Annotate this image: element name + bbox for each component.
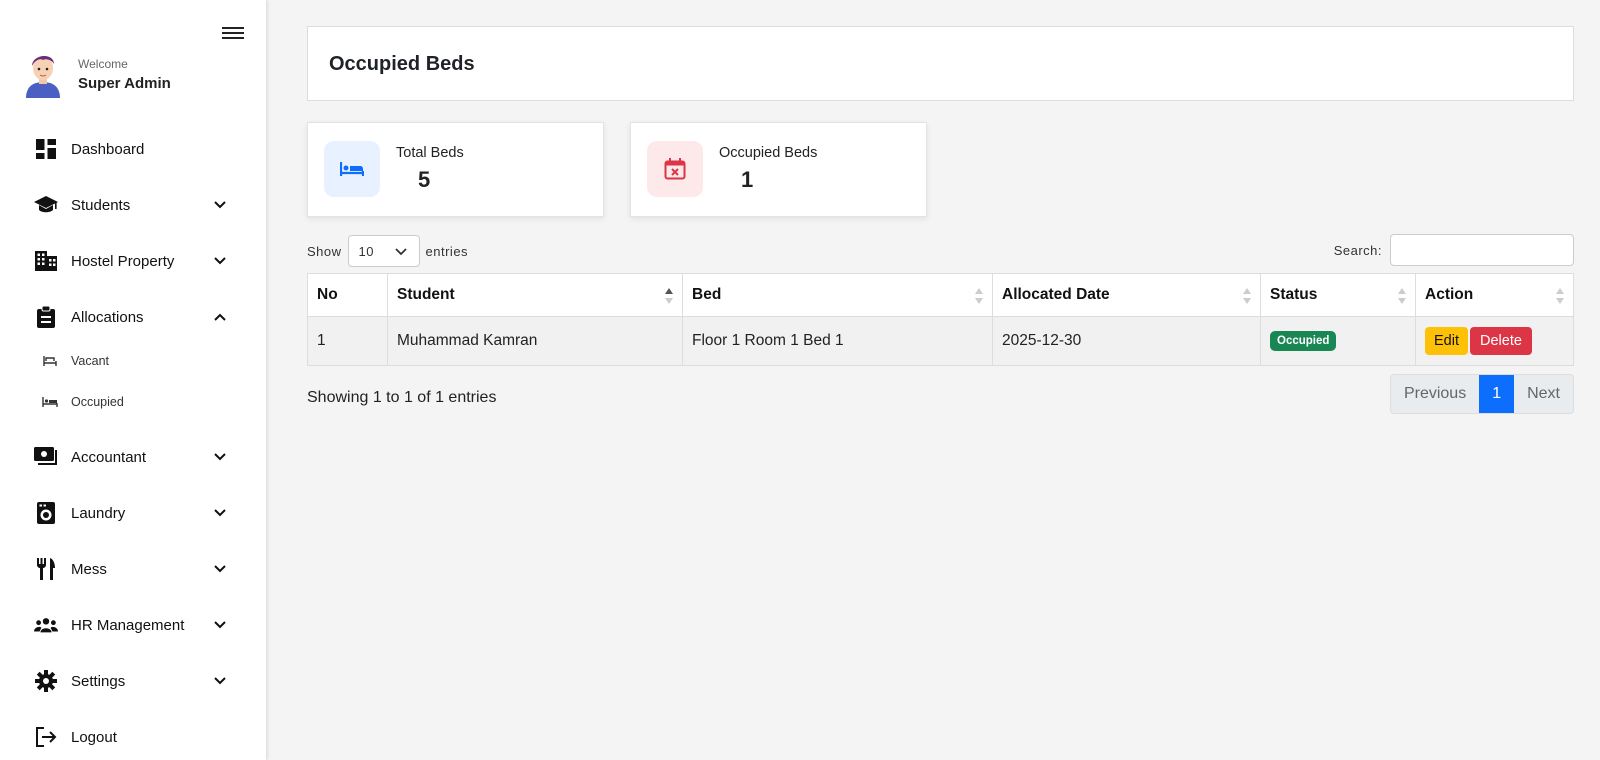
clipboard-icon xyxy=(34,305,58,329)
logout-icon xyxy=(34,725,58,749)
chevron-down-icon xyxy=(214,677,226,685)
chevron-down-icon xyxy=(214,453,226,461)
sidebar-item-label: Dashboard xyxy=(71,140,145,158)
menu-toggle-icon[interactable] xyxy=(222,24,244,42)
column-header-status[interactable]: Status xyxy=(1260,273,1416,317)
avatar xyxy=(26,55,60,98)
page-title: Occupied Beds xyxy=(329,53,475,75)
user-name: Super Admin xyxy=(78,74,171,92)
utensils-icon xyxy=(34,557,58,581)
sidebar-item-label: Accountant xyxy=(71,448,147,466)
dashboard-icon xyxy=(34,137,58,161)
stat-value: 5 xyxy=(418,167,431,192)
chevron-up-icon xyxy=(214,313,226,321)
entries-select[interactable]: 10 xyxy=(347,235,420,267)
sidebar-item-logout[interactable]: Logout xyxy=(0,717,266,757)
stat-card-total-beds: Total Beds 5 xyxy=(307,122,604,217)
stat-card-occupied-beds: Occupied Beds 1 xyxy=(630,122,927,217)
chevron-down-icon xyxy=(214,621,226,629)
chevron-down-icon xyxy=(214,201,226,209)
page-header: Occupied Beds xyxy=(307,26,1574,101)
sidebar-item-allocations[interactable]: Allocations xyxy=(0,297,266,337)
welcome-text: Welcome xyxy=(78,56,128,71)
cell-action: Edit Delete xyxy=(1415,316,1574,366)
chevron-down-icon xyxy=(214,509,226,517)
cell-bed: Floor 1 Room 1 Bed 1 xyxy=(682,316,993,366)
cell-date: 2025-12-30 xyxy=(992,316,1261,366)
bed-empty-icon xyxy=(43,356,57,366)
cell-student: Muhammad Kamran xyxy=(387,316,683,366)
sidebar-subitem-label: Vacant xyxy=(71,354,109,368)
washing-machine-icon xyxy=(34,501,58,525)
column-header-no[interactable]: No xyxy=(307,273,388,317)
sidebar-item-hostel-property[interactable]: Hostel Property xyxy=(0,241,266,281)
delete-button[interactable]: Delete xyxy=(1470,327,1532,355)
bed-occupied-icon xyxy=(42,397,58,407)
sidebar-item-label: Settings xyxy=(71,672,126,690)
user-profile: Welcome Super Admin xyxy=(24,50,171,98)
sidebar-item-label: Students xyxy=(71,196,131,214)
sidebar-item-label: Logout xyxy=(71,728,117,746)
sidebar-item-students[interactable]: Students xyxy=(0,185,266,225)
sidebar-item-hr-management[interactable]: HR Management xyxy=(0,605,266,645)
sidebar-item-mess[interactable]: Mess xyxy=(0,549,266,589)
money-icon xyxy=(34,445,58,469)
column-header-student[interactable]: Student xyxy=(387,273,683,317)
gear-icon xyxy=(34,669,58,693)
sort-icon xyxy=(1556,288,1564,304)
sidebar-item-label: Mess xyxy=(71,560,107,578)
sidebar-subitem-vacant[interactable]: Vacant xyxy=(0,346,266,376)
sidebar-subitem-occupied[interactable]: Occupied xyxy=(0,387,266,417)
building-icon xyxy=(34,249,58,273)
sidebar-item-label: Hostel Property xyxy=(71,252,175,270)
sidebar-item-dashboard[interactable]: Dashboard xyxy=(0,129,266,169)
status-badge: Occupied xyxy=(1270,331,1337,351)
stat-icon-box xyxy=(324,141,380,197)
cell-no: 1 xyxy=(307,316,388,366)
sidebar-item-accountant[interactable]: Accountant xyxy=(0,437,266,477)
table-header-row: No Student Bed Allocated Date Status Act… xyxy=(307,273,1574,317)
entries-label: entries xyxy=(425,243,469,259)
stat-value: 1 xyxy=(741,167,754,192)
edit-button[interactable]: Edit xyxy=(1425,327,1468,355)
sidebar: Welcome Super Admin Dashboard Students H… xyxy=(0,0,266,760)
sidebar-item-settings[interactable]: Settings xyxy=(0,661,266,701)
show-label: Show xyxy=(307,243,342,259)
sidebar-item-label: HR Management xyxy=(71,616,185,634)
sidebar-subitem-label: Occupied xyxy=(71,395,124,409)
table-row: 1 Muhammad Kamran Floor 1 Room 1 Bed 1 2… xyxy=(307,316,1574,366)
sort-asc-icon xyxy=(665,288,673,304)
sort-icon xyxy=(975,288,983,304)
stat-label: Occupied Beds xyxy=(719,145,818,161)
stat-label: Total Beds xyxy=(396,145,464,161)
sort-icon xyxy=(1398,288,1406,304)
sidebar-item-laundry[interactable]: Laundry xyxy=(0,493,266,533)
page-1-button[interactable]: 1 xyxy=(1479,375,1515,413)
cell-status: Occupied xyxy=(1260,316,1416,366)
sidebar-item-label: Allocations xyxy=(71,308,144,326)
entries-value: 10 xyxy=(358,244,374,259)
calendar-x-icon xyxy=(664,158,686,180)
chevron-down-icon xyxy=(214,565,226,573)
chevron-down-icon xyxy=(214,257,226,265)
previous-page-button[interactable]: Previous xyxy=(1391,375,1479,413)
show-entries-control: Show 10 entries xyxy=(307,235,468,267)
sort-icon xyxy=(1243,288,1251,304)
table-info: Showing 1 to 1 of 1 entries xyxy=(307,389,497,406)
bed-icon xyxy=(340,162,364,176)
sidebar-item-label: Laundry xyxy=(71,504,126,522)
stat-icon-box xyxy=(647,141,703,197)
users-icon xyxy=(34,613,58,637)
next-page-button[interactable]: Next xyxy=(1514,375,1573,413)
column-header-bed[interactable]: Bed xyxy=(682,273,993,317)
chevron-down-icon xyxy=(394,248,407,256)
graduation-cap-icon xyxy=(34,193,58,217)
column-header-allocated-date[interactable]: Allocated Date xyxy=(992,273,1261,317)
occupied-beds-table: No Student Bed Allocated Date Status Act… xyxy=(307,273,1574,366)
search-label: Search: xyxy=(1333,242,1382,258)
pagination: Previous 1 Next xyxy=(1389,374,1574,414)
search-input[interactable] xyxy=(1390,234,1574,266)
search-control: Search: xyxy=(1334,234,1574,266)
column-header-action[interactable]: Action xyxy=(1415,273,1574,317)
